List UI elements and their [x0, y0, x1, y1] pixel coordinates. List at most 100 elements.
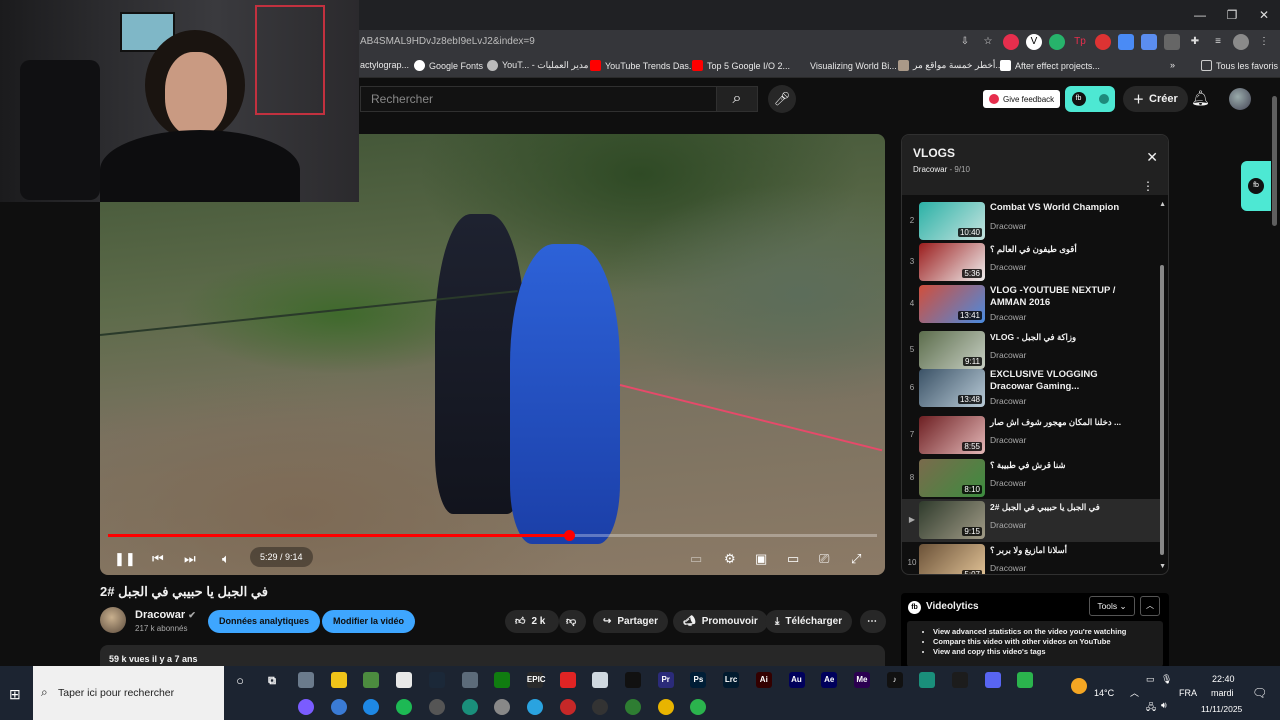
taskbar-app-icon[interactable] — [657, 699, 674, 715]
taskbar-search[interactable]: ⌕ Taper ici pour rechercher — [33, 666, 224, 720]
bookmark-item[interactable]: Google Fonts — [414, 60, 483, 71]
edit-video-button[interactable]: Modifier la vidéo — [322, 610, 416, 633]
install-icon[interactable]: ⇩ — [957, 34, 973, 50]
playlist-item-title[interactable]: أسلانا امازيغ ولا بربر ؟ — [990, 544, 1140, 556]
weather-temp[interactable]: 14°C — [1094, 688, 1114, 698]
share-button[interactable]: ↪ Partager — [593, 610, 668, 633]
windows-start-icon[interactable]: ⊞ — [9, 686, 21, 703]
taskbar-app-icon[interactable] — [984, 672, 1001, 688]
playlist-item-channel[interactable]: Dracowar — [990, 221, 1026, 231]
taskbar-app-icon[interactable]: Ae — [821, 672, 838, 688]
profile-icon[interactable] — [1233, 34, 1249, 50]
taskbar-app-icon[interactable]: Au — [788, 672, 805, 688]
star-icon[interactable]: ☆ — [980, 34, 996, 50]
autoplay-icon[interactable]: ▭ — [690, 551, 702, 567]
bookmarks-overflow[interactable]: » — [1170, 60, 1175, 70]
playlist-item[interactable]: ▶ 9:15 في الجبل يا حبيبي في الجبل #2 Dracow… — [902, 499, 1160, 542]
previous-icon[interactable]: ⏮︎ — [152, 551, 164, 567]
playlist-item[interactable]: 6 13:48 EXCLUSIVE VLOGGING Dracowar Gaming… — [902, 367, 1160, 410]
taskbar-app-icon[interactable] — [494, 672, 511, 688]
taskbar-app-icon[interactable] — [559, 672, 576, 688]
playlist-thumbnail[interactable]: 9:15 — [919, 501, 985, 539]
close-window-icon[interactable]: ✕ — [1248, 0, 1280, 30]
bookmark-item[interactable]: actylograp... — [360, 60, 409, 70]
close-icon[interactable]: ✕ — [1146, 149, 1158, 166]
ext-green-icon[interactable] — [1049, 34, 1065, 50]
playlist-icon[interactable]: ≡ — [1210, 34, 1226, 50]
more-actions-button[interactable]: ⋯ — [860, 610, 886, 633]
progress-bar[interactable] — [108, 530, 877, 541]
like-button[interactable]: 👍︎ 2 k — [505, 610, 559, 633]
theater-mode-icon[interactable]: ▭ — [787, 551, 799, 567]
taskbar-app-icon[interactable] — [625, 699, 641, 715]
ext-translate-icon[interactable] — [1141, 34, 1157, 50]
taskbar-app-icon[interactable] — [461, 672, 478, 688]
network-icon[interactable]: 🖧︎ — [1146, 700, 1156, 716]
taskbar-app-icon[interactable] — [330, 672, 347, 688]
download-button[interactable]: ⤓ Télécharger — [765, 610, 853, 633]
playlist-item-title[interactable]: Combat VS World Champion — [990, 202, 1140, 214]
playlist-title[interactable]: VLOGS — [913, 146, 955, 160]
taskbar-app-icon[interactable] — [494, 699, 511, 715]
playlist-item[interactable]: 2 10:40 Combat VS World Champion Dracowar — [902, 200, 1160, 243]
taskbar-app-icon[interactable]: Ps — [690, 672, 707, 688]
playlist-thumbnail[interactable]: 5:07 — [919, 544, 985, 574]
minimize-icon[interactable]: — — [1184, 0, 1216, 30]
taskbar-app-icon[interactable] — [592, 672, 609, 688]
clock-date[interactable]: 11/11/2025 — [1201, 704, 1242, 714]
search-button[interactable]: ⌕ — [716, 86, 758, 112]
bookmark-item[interactable]: Visualizing World Bi... — [795, 60, 897, 71]
search-input[interactable]: Rechercher — [360, 86, 716, 112]
dislike-button[interactable]: 👎︎ — [559, 610, 586, 633]
url-text[interactable]: AB4SMAL9HDvJz8ebI9eLvJ2&index=9 — [360, 36, 535, 47]
playlist-item[interactable]: 8 8:10 شنا قرش في طبيبة ؟ Dracowar — [902, 457, 1160, 500]
playlist-thumbnail[interactable]: 10:40 — [919, 202, 985, 240]
playlist-item-title[interactable]: أقوى طيفون في العالم ؟ — [990, 243, 1140, 255]
extension-side-tab[interactable]: fb — [1241, 161, 1271, 211]
account-avatar[interactable] — [1229, 88, 1251, 110]
taskbar-app-icon[interactable]: ♪ — [886, 672, 903, 688]
all-bookmarks[interactable]: Tous les favoris — [1201, 60, 1278, 71]
taskbar-app-icon[interactable] — [396, 699, 413, 715]
ext-red-icon[interactable] — [1003, 34, 1019, 50]
taskbar-app-icon[interactable] — [1017, 672, 1034, 688]
kebab-menu-icon[interactable]: ⋮ — [1256, 34, 1272, 50]
taskbar-app-icon[interactable] — [526, 699, 543, 715]
ext-tp-icon[interactable]: Tp — [1072, 34, 1088, 50]
taskbar-app-icon[interactable] — [919, 672, 936, 688]
taskbar-app-icon[interactable] — [428, 699, 445, 715]
playlist-thumbnail[interactable]: 8:10 — [919, 459, 985, 497]
playlist-thumbnail[interactable]: 13:41 — [919, 285, 985, 323]
next-icon[interactable]: ⏭︎ — [184, 551, 196, 567]
analytics-button[interactable]: Données analytiques — [208, 610, 321, 633]
playlist-item-title[interactable]: EXCLUSIVE VLOGGING Dracowar Gaming... — [990, 369, 1140, 393]
mic-tray-icon[interactable]: 🎙︎ — [1161, 674, 1172, 685]
playlist-item[interactable]: 3 5:36 أقوى طيفون في العالم ؟ Dracowar — [902, 241, 1160, 284]
extension-toggle[interactable]: fb — [1065, 86, 1115, 112]
settings-gear-icon[interactable]: ⚙ — [724, 551, 736, 567]
ext-o-icon[interactable] — [1095, 34, 1111, 50]
playlist-item-title[interactable]: VLOG - وزاكة في الجبل — [990, 331, 1140, 343]
taskbar-app-icon[interactable] — [952, 672, 968, 688]
playlist-item-title[interactable]: دخلنا المكان مهجور شوف اش صار ... — [990, 416, 1140, 428]
taskbar-app-icon[interactable]: Lrc — [723, 672, 740, 688]
notifications-bell-icon[interactable]: 🔔︎ — [1191, 89, 1210, 107]
fullscreen-icon[interactable]: ⤢ — [851, 551, 861, 567]
puzzle-icon[interactable]: ✚ — [1187, 34, 1203, 50]
taskbar-app-icon[interactable] — [363, 699, 380, 715]
clock-time[interactable]: 22:40 — [1212, 674, 1235, 684]
playlist-thumbnail[interactable]: 8:55 — [919, 416, 985, 454]
playlist-item[interactable]: 7 8:55 دخلنا المكان مهجور شوف اش صار ... Dr… — [902, 414, 1160, 457]
playlist-item-channel[interactable]: Dracowar — [990, 478, 1026, 488]
playlist-item[interactable]: 5 9:11 VLOG - وزاكة في الجبل Dracowar — [902, 329, 1160, 372]
maximize-icon[interactable]: ❐ — [1216, 0, 1248, 30]
playlist-item-channel[interactable]: Dracowar — [990, 396, 1026, 406]
playlist-item-channel[interactable]: Dracowar — [990, 262, 1026, 272]
taskbar-app-icon[interactable] — [396, 672, 413, 688]
taskbar-app-icon[interactable] — [559, 699, 576, 715]
create-button[interactable]: ＋ Créer — [1123, 86, 1188, 112]
cortana-icon[interactable]: ○ — [232, 673, 248, 689]
promote-button[interactable]: 📣︎ Promouvoir — [673, 610, 768, 633]
scroll-down-icon[interactable]: ▼ — [1159, 563, 1166, 570]
ext-v-icon[interactable]: V — [1026, 34, 1042, 50]
